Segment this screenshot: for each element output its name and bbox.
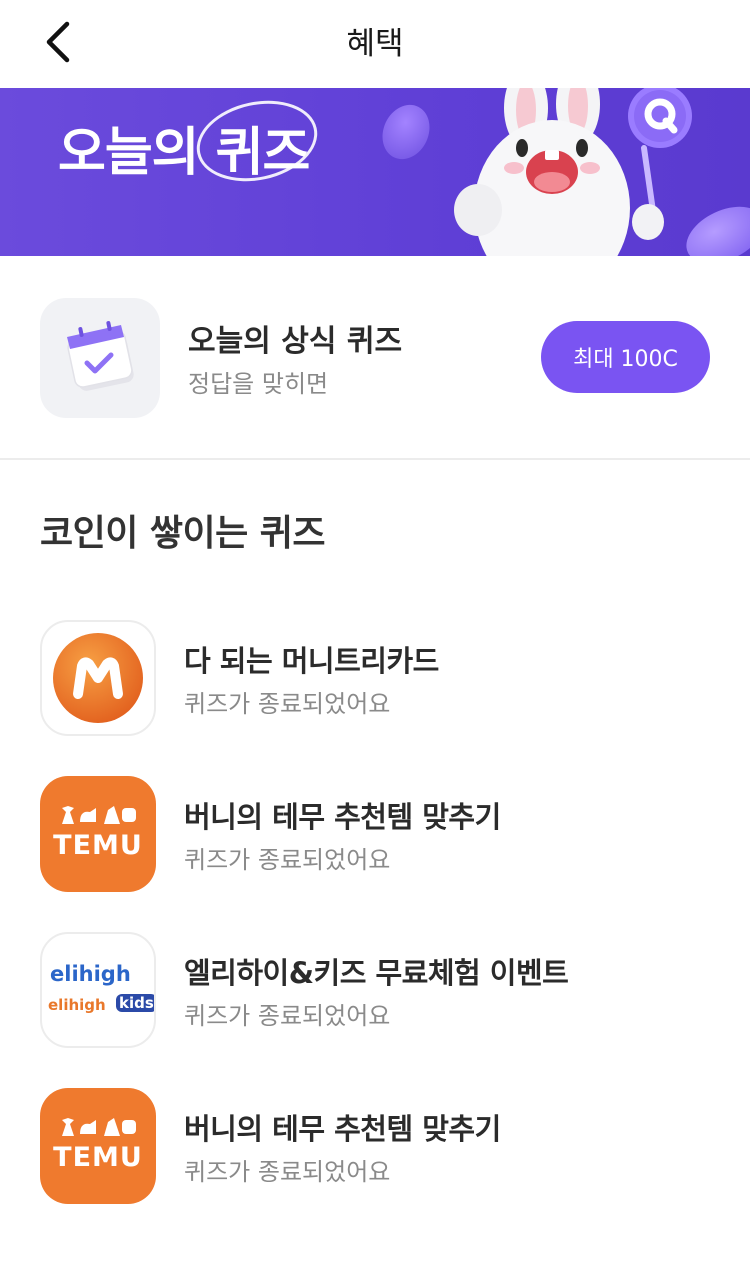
item-title: 다 되는 머니트리카드	[184, 644, 439, 678]
quiz-list-item[interactable]: TEMU 버니의 테무 추천템 맞추기 퀴즈가 종료되었어요	[0, 1088, 750, 1208]
item-title: 엘리하이&키즈 무료체험 이벤트	[184, 956, 569, 990]
bunny-mascot-icon	[454, 88, 692, 256]
kids-badge: kids	[116, 994, 154, 1012]
quiz-banner[interactable]: 오늘의 퀴즈	[0, 88, 750, 256]
item-status: 퀴즈가 종료되었어요	[184, 1158, 391, 1186]
calendar-check-icon	[67, 321, 134, 391]
quiz-title: 오늘의 상식 퀴즈	[188, 324, 403, 359]
page-title: 혜택	[346, 26, 404, 62]
temu-wordmark: TEMU	[53, 830, 143, 861]
temu-shapes-graphic	[62, 806, 136, 824]
top-navigation-bar: 혜택	[0, 0, 750, 88]
banner-title: 오늘의 퀴즈	[58, 123, 310, 183]
section-divider	[0, 458, 750, 460]
quiz-list-item[interactable]: 다 되는 머니트리카드 퀴즈가 종료되었어요	[0, 620, 750, 740]
item-status: 퀴즈가 종료되었어요	[184, 846, 391, 874]
item-status: 퀴즈가 종료되었어요	[184, 1002, 391, 1030]
quiz-list-item[interactable]: TEMU 버니의 테무 추천템 맞추기 퀴즈가 종료되었어요	[0, 776, 750, 896]
temu-logo-icon: TEMU	[40, 1088, 156, 1204]
moneytree-logo-icon	[40, 620, 156, 736]
quiz-list-item[interactable]: elihigh elihigh kids 엘리하이&키즈 무료체험 이벤트 퀴즈…	[0, 932, 750, 1052]
item-title: 버니의 테무 추천템 맞추기	[184, 1112, 501, 1146]
coin-decoration	[373, 97, 439, 167]
quiz-icon-container	[40, 298, 160, 418]
elihigh-wordmark: elihigh	[50, 962, 131, 986]
item-title: 버니의 테무 추천템 맞추기	[184, 800, 501, 834]
temu-shapes-graphic	[62, 1118, 136, 1136]
item-status: 퀴즈가 종료되었어요	[184, 690, 391, 718]
quiz-subtitle: 정답을 맞히면	[188, 370, 329, 398]
reward-button[interactable]: 최대 100C	[541, 321, 710, 393]
temu-wordmark: TEMU	[53, 1142, 143, 1173]
elihigh-logo-icon: elihigh elihigh kids	[40, 932, 156, 1048]
today-quiz-card[interactable]: 오늘의 상식 퀴즈 정답을 맞히면 최대 100C	[0, 256, 750, 458]
temu-logo-icon: TEMU	[40, 776, 156, 892]
moneytree-logo-graphic	[53, 633, 143, 723]
elihigh-kids-wordmark: elihigh	[48, 996, 106, 1014]
section-title: 코인이 쌓이는 퀴즈	[40, 513, 326, 554]
